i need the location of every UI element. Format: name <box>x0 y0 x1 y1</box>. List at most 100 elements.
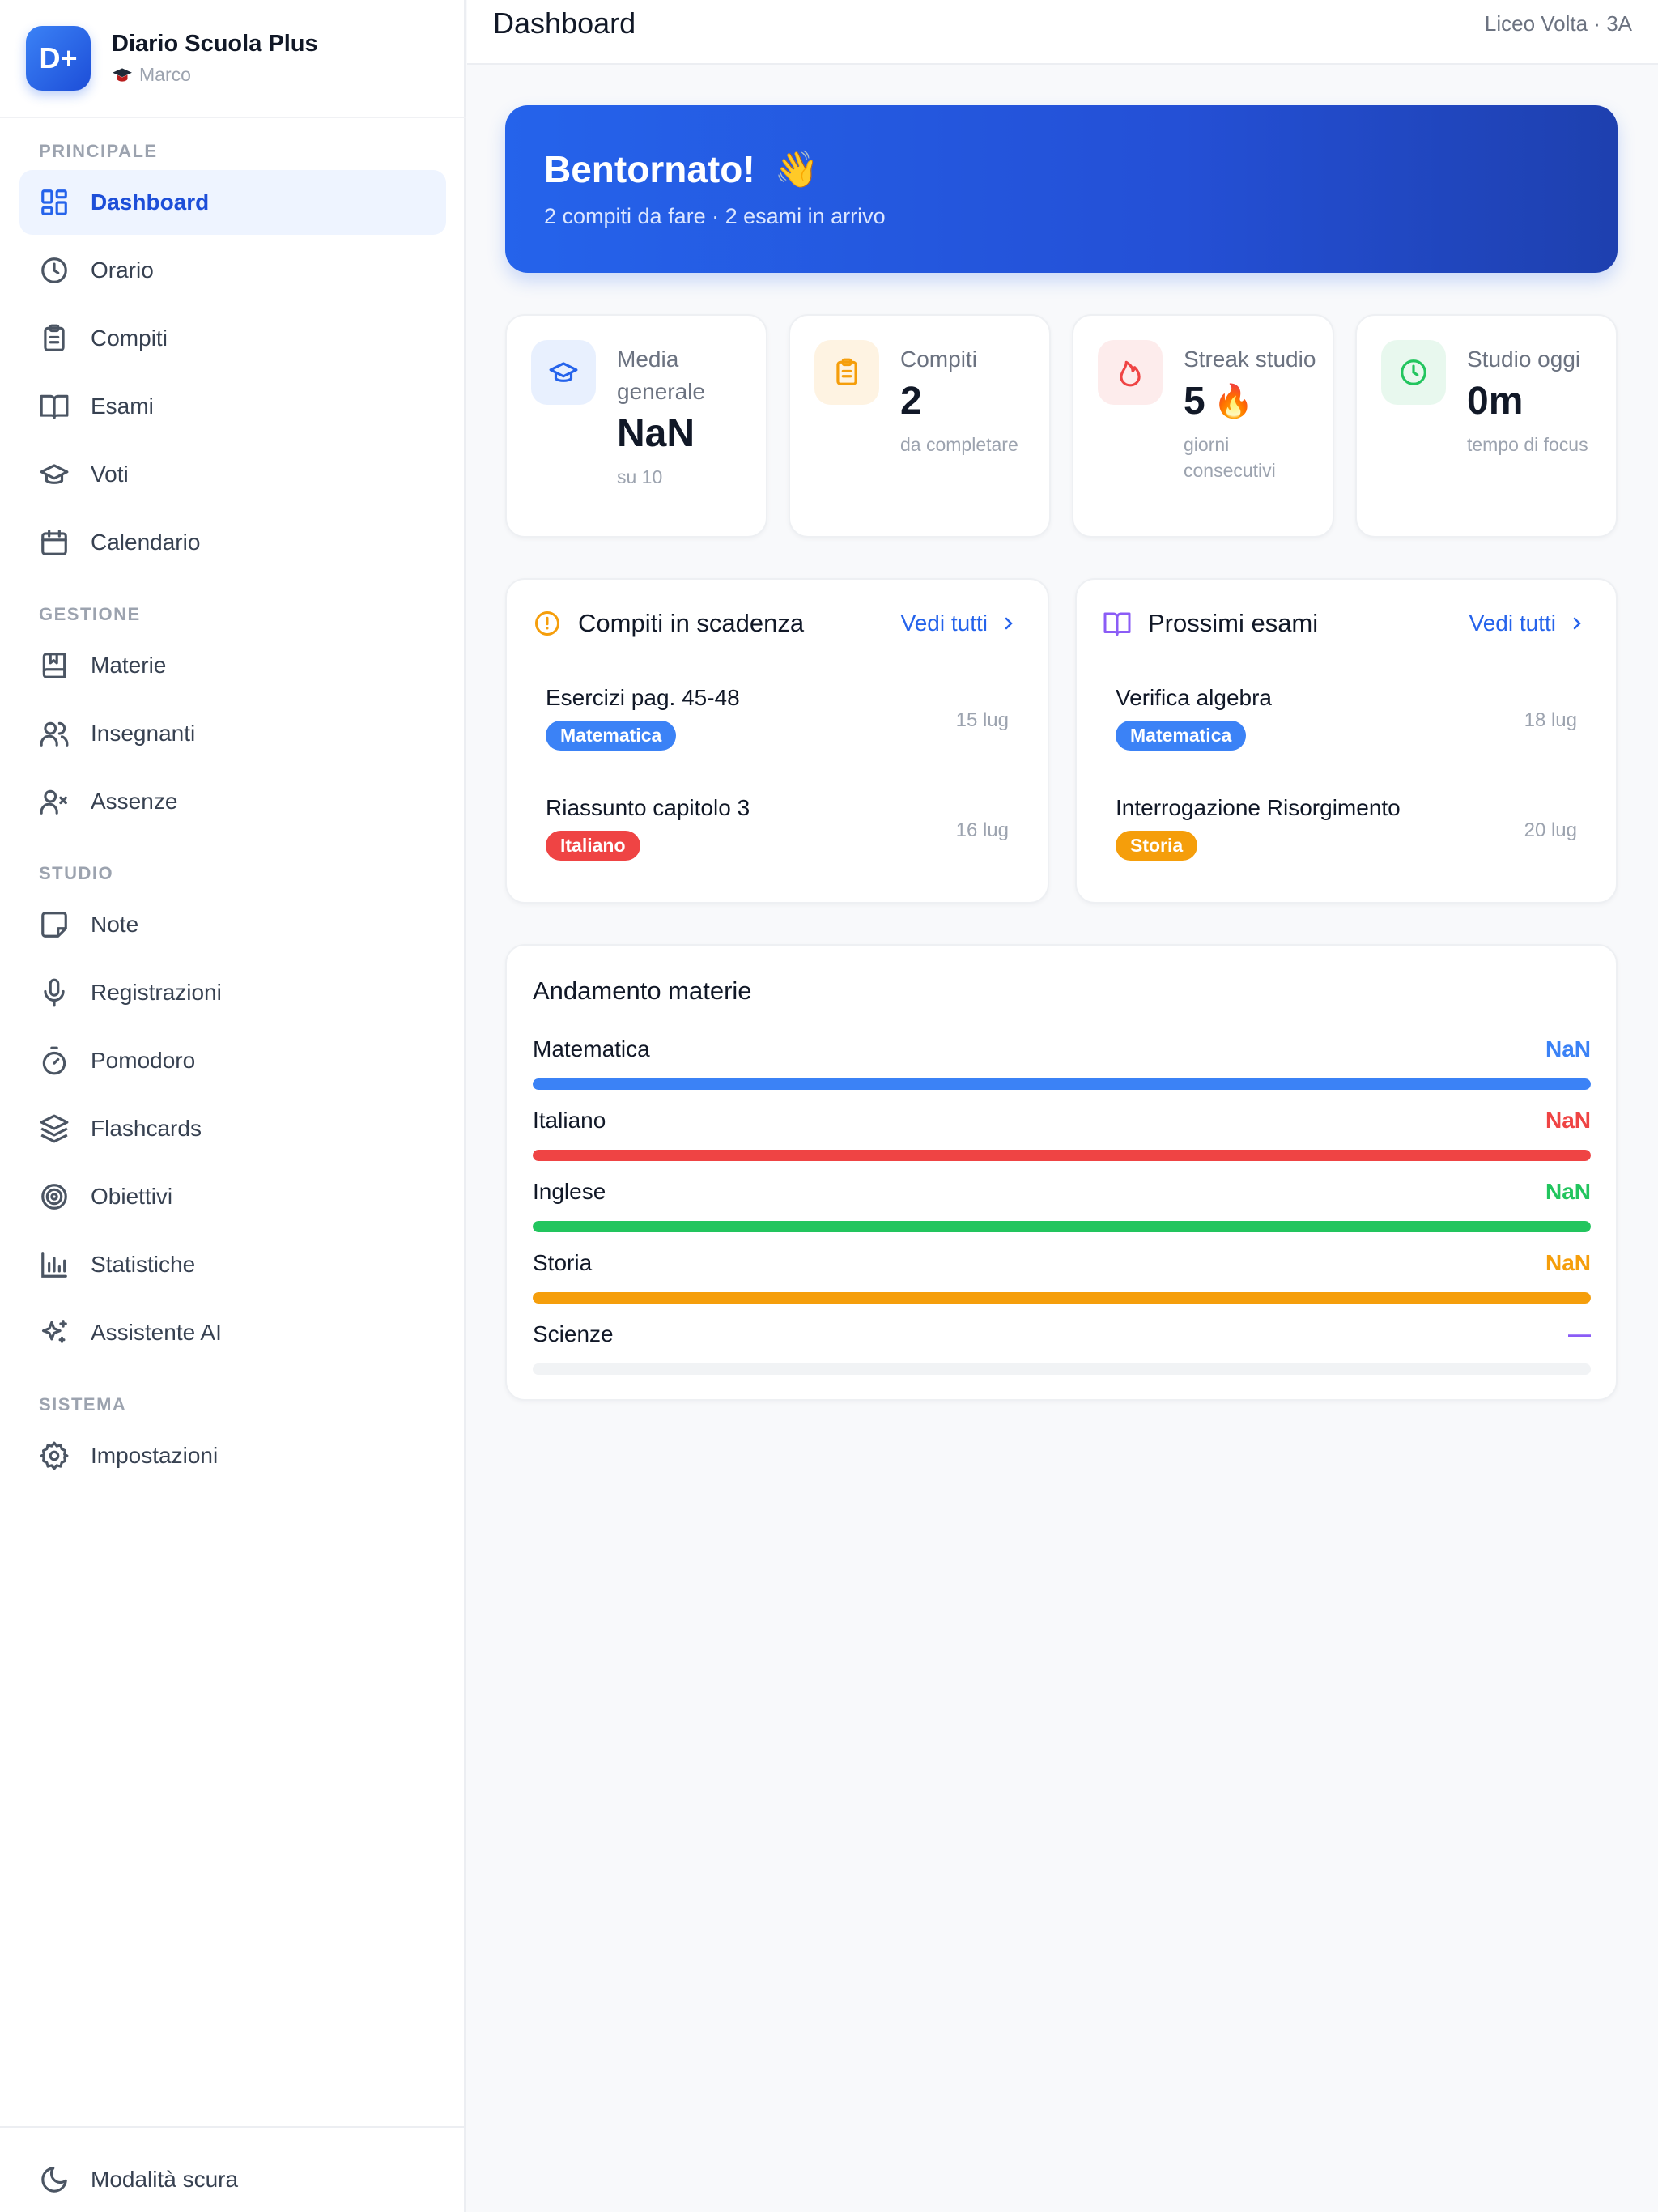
subject-progress-row[interactable]: Scienze — <box>533 1321 1591 1375</box>
progress-track <box>533 1292 1591 1304</box>
sidebar-item-obiettivi[interactable]: Obiettivi <box>19 1164 446 1229</box>
page-title: Dashboard <box>493 6 636 40</box>
moon-icon <box>39 2164 70 2195</box>
progress-track <box>533 1150 1591 1161</box>
sidebar-item-voti[interactable]: Voti <box>19 442 446 507</box>
exam-item-title: Interrogazione Risorgimento <box>1116 795 1401 820</box>
homework-item-title: Riassunto capitolo 3 <box>546 795 750 820</box>
nav-section-principale: PRINCIPALE <box>39 141 158 161</box>
sidebar-item-label: Assenze <box>91 789 178 814</box>
sidebar-item-label: Insegnanti <box>91 721 196 746</box>
sidebar-item-label: Assistente AI <box>91 1320 222 1345</box>
progress-track <box>533 1363 1591 1375</box>
sidebar-item-calendario[interactable]: Calendario <box>19 510 446 575</box>
stat-value: 5 <box>1184 380 1205 423</box>
subject-average: NaN <box>1545 1108 1591 1133</box>
layers-icon <box>39 1113 70 1144</box>
exams-see-all-link[interactable]: Vedi tutti <box>1469 610 1587 636</box>
waving-hand-icon: 👋 <box>774 150 819 189</box>
clock-icon <box>39 255 70 286</box>
sidebar-item-registrazioni[interactable]: Registrazioni <box>19 960 446 1025</box>
stat-card-media[interactable]: Media generale NaN su 10 <box>505 314 767 538</box>
subject-name: Scienze <box>533 1321 614 1346</box>
exams-card: Prossimi esami Vedi tutti Verifica algeb… <box>1075 578 1618 904</box>
dark-mode-toggle[interactable]: Modalità scura <box>19 2147 446 2212</box>
sidebar-item-label: Registrazioni <box>91 980 222 1005</box>
grid-icon <box>39 187 70 218</box>
exam-date: 20 lug <box>1524 819 1577 841</box>
alert-circle-icon <box>535 611 559 636</box>
sparkles-icon <box>39 1317 70 1348</box>
sidebar-item-label: Voti <box>91 462 129 487</box>
subject-badge: Matematica <box>1116 721 1247 751</box>
stat-label: Streak studio <box>1184 347 1316 372</box>
progress-fill <box>533 1150 1591 1161</box>
sidebar-item-statistiche[interactable]: Statistiche <box>19 1232 446 1297</box>
subject-name: Italiano <box>533 1108 606 1133</box>
stat-card-streak[interactable]: Streak studio 5 🔥 giorni consecutivi <box>1072 314 1334 538</box>
clock-icon <box>1381 340 1446 405</box>
welcome-banner: Bentornato! 👋 2 compiti da fare · 2 esam… <box>505 105 1618 273</box>
user-name: Marco <box>112 64 318 86</box>
sidebar-item-assenze[interactable]: Assenze <box>19 769 446 834</box>
sidebar-item-label: Materie <box>91 653 167 678</box>
sidebar-item-label: Orario <box>91 257 154 283</box>
stat-value: 2 <box>900 380 922 423</box>
subject-average: NaN <box>1545 1250 1591 1275</box>
app-name: Diario Scuola Plus <box>112 31 318 57</box>
sidebar-item-compiti[interactable]: Compiti <box>19 306 446 371</box>
sidebar-item-label: Flashcards <box>91 1116 202 1141</box>
subject-name: Inglese <box>533 1179 606 1204</box>
stat-card-compiti[interactable]: Compiti 2 da completare <box>789 314 1051 538</box>
sidebar-item-note[interactable]: Note <box>19 892 446 957</box>
progress-track <box>533 1221 1591 1232</box>
sidebar-item-label: Compiti <box>91 325 168 351</box>
stat-value: NaN <box>617 412 695 455</box>
sidebar-item-orario[interactable]: Orario <box>19 238 446 303</box>
stat-sub: su 10 <box>617 466 663 487</box>
due-date: 16 lug <box>955 819 1009 841</box>
bar-chart-icon <box>39 1249 70 1280</box>
clipboard-icon <box>814 340 879 405</box>
subject-progress-row[interactable]: Italiano NaN <box>533 1108 1591 1161</box>
subject-progress-row[interactable]: Matematica NaN <box>533 1036 1591 1090</box>
sidebar-item-dashboard[interactable]: Dashboard <box>19 170 446 235</box>
subject-progress-card: Andamento materie Matematica NaN Italiano N… <box>505 944 1618 1401</box>
microphone-icon <box>39 977 70 1008</box>
subject-progress-row[interactable]: Storia NaN <box>533 1250 1591 1304</box>
sidebar-item-materie[interactable]: Materie <box>19 633 446 698</box>
sidebar-item-assistente-ai[interactable]: Assistente AI <box>19 1300 446 1365</box>
sidebar-item-label: Impostazioni <box>91 1443 219 1468</box>
book-bookmark-icon <box>39 650 70 681</box>
stat-label: Media generale <box>617 347 705 404</box>
target-icon <box>39 1181 70 1212</box>
sidebar-item-flashcards[interactable]: Flashcards <box>19 1096 446 1161</box>
clipboard-icon <box>39 323 70 354</box>
sidebar-item-label: Obiettivi <box>91 1184 173 1209</box>
exam-item-title: Verifica algebra <box>1116 685 1273 710</box>
nav-section-sistema: SISTEMA <box>39 1394 127 1414</box>
sidebar-item-label: Statistiche <box>91 1252 196 1277</box>
subject-progress-row[interactable]: Inglese NaN <box>533 1179 1591 1232</box>
progress-fill <box>533 1078 1591 1090</box>
calendar-icon <box>39 527 70 558</box>
brand[interactable]: D+ Diario Scuola Plus Marco <box>26 26 318 91</box>
user-x-icon <box>39 786 70 817</box>
gear-icon <box>39 1440 70 1471</box>
stat-label: Compiti <box>900 347 977 372</box>
sidebar-item-impostazioni[interactable]: Impostazioni <box>19 1423 446 1488</box>
nav-section-studio: STUDIO <box>39 863 114 883</box>
subject-average: NaN <box>1545 1036 1591 1061</box>
sidebar-item-label: Pomodoro <box>91 1048 196 1073</box>
chevron-right-icon <box>1005 617 1013 630</box>
sidebar-item-pomodoro[interactable]: Pomodoro <box>19 1028 446 1093</box>
app-logo: D+ <box>26 26 91 91</box>
subject-average: NaN <box>1545 1179 1591 1204</box>
graduation-cap-icon <box>39 459 70 490</box>
sidebar-item-esami[interactable]: Esami <box>19 374 446 439</box>
dark-mode-label: Modalità scura <box>91 2167 239 2192</box>
stat-card-studio-oggi[interactable]: Studio oggi 0m tempo di focus <box>1355 314 1618 538</box>
sidebar-item-insegnanti[interactable]: Insegnanti <box>19 701 446 766</box>
homework-see-all-link[interactable]: Vedi tutti <box>901 610 1018 636</box>
flame-icon <box>1098 340 1163 405</box>
